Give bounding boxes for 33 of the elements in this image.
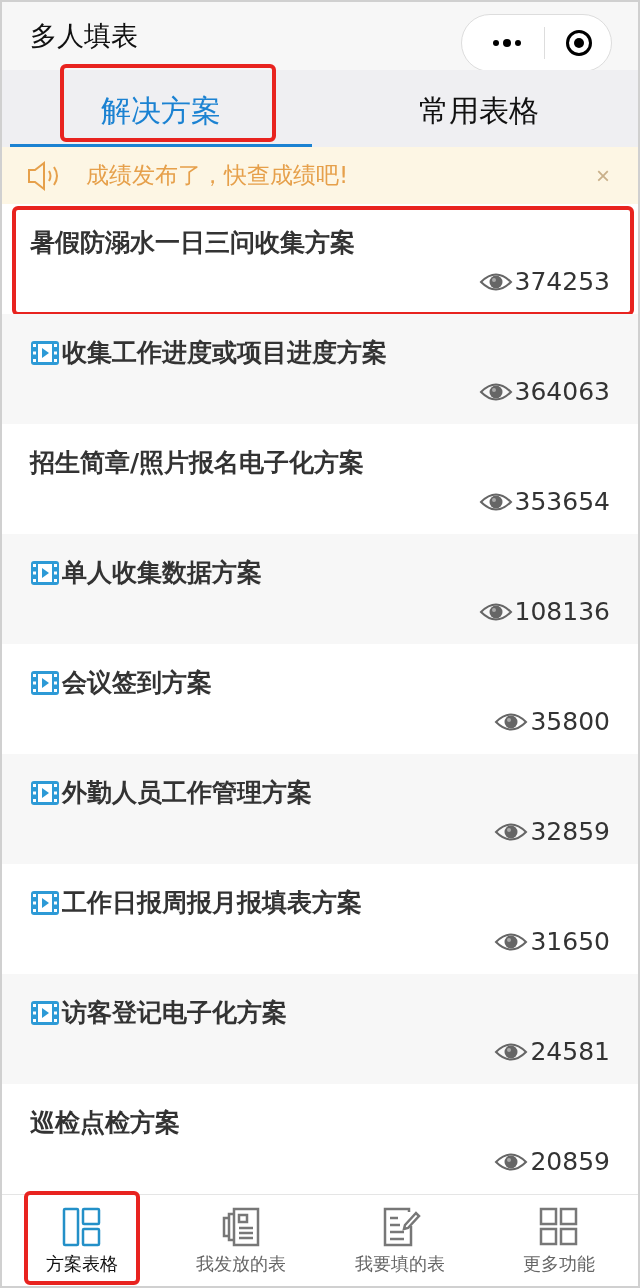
app-title: 多人填表 [30, 19, 138, 53]
list-item[interactable]: 外勤人员工作管理方案 32859 [2, 754, 638, 865]
item-title: 收集工作进度或项目进度方案 [62, 337, 387, 370]
panels-icon [60, 1205, 103, 1248]
item-title: 单人收集数据方案 [62, 557, 262, 590]
item-title: 暑假防溺水一日三问收集方案 [30, 227, 355, 260]
item-title: 会议签到方案 [62, 667, 212, 700]
nav-item[interactable]: 我发放的表 [161, 1195, 320, 1286]
list-item[interactable]: 访客登记电子化方案 24581 [2, 974, 638, 1085]
view-count: 32859 [530, 817, 610, 847]
view-count: 20859 [530, 1147, 610, 1177]
close-circle-icon[interactable] [565, 29, 593, 57]
view-count: 35800 [530, 707, 610, 737]
view-count: 108136 [514, 597, 610, 627]
notice-text: 成绩发布了，快查成绩吧! [86, 161, 350, 191]
view-count: 353654 [514, 487, 610, 517]
grid-icon [537, 1205, 580, 1248]
item-title: 访客登记电子化方案 [62, 997, 287, 1030]
nav-item[interactable]: 我要填的表 [320, 1195, 479, 1286]
view-count: 24581 [530, 1037, 610, 1067]
view-count: 364063 [514, 377, 610, 407]
tab[interactable]: 常用表格 [328, 70, 630, 147]
more-icon[interactable] [490, 37, 524, 49]
item-title: 外勤人员工作管理方案 [62, 777, 312, 810]
view-count: 374253 [514, 267, 610, 297]
nav-item[interactable]: 更多功能 [479, 1195, 638, 1286]
item-title: 工作日报周报月报填表方案 [62, 887, 362, 920]
list-item[interactable]: 单人收集数据方案 108136 [2, 534, 638, 645]
item-title: 巡检点检方案 [30, 1107, 180, 1140]
list-item[interactable]: 收集工作进度或项目进度方案 364063 [2, 314, 638, 425]
item-title: 招生简章/照片报名电子化方案 [30, 447, 365, 480]
nav-item[interactable]: 方案表格 [2, 1195, 161, 1286]
view-count: 31650 [530, 927, 610, 957]
